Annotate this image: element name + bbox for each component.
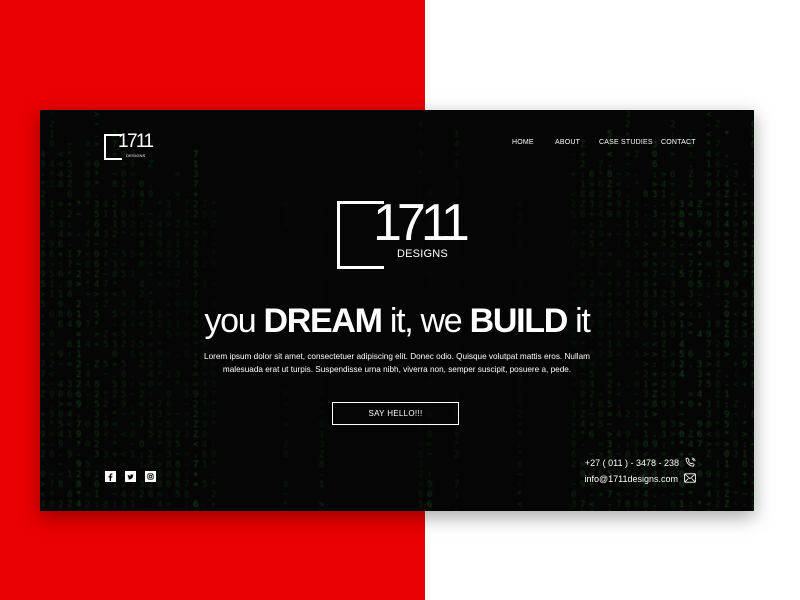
- logo-word: DESIGNS: [126, 153, 146, 158]
- contact-info: +27 ( 011 ) - 3478 - 238 info@1711design…: [584, 455, 696, 487]
- nav-case-studies[interactable]: CASE STUDIES: [599, 139, 653, 146]
- hero-description: Lorem ipsum dolor sit amet, consectetuer…: [204, 352, 590, 374]
- mail-icon: [684, 473, 696, 485]
- hero-logo-number: 1711: [373, 194, 470, 252]
- main-navigation: HOME ABOUT CASE STUDIES CONTACT: [40, 139, 754, 151]
- hero-logo-word: DESIGNS: [397, 248, 448, 260]
- instagram-icon[interactable]: [145, 471, 156, 482]
- say-hello-button[interactable]: SAY HELLO!!!: [332, 402, 459, 425]
- headline-part-you: you: [204, 302, 264, 340]
- social-links: [105, 471, 156, 482]
- hero-headline: you DREAM it, we BUILD it: [40, 302, 754, 341]
- phone-contact[interactable]: +27 ( 011 ) - 3478 - 238: [584, 455, 696, 471]
- nav-home[interactable]: HOME: [512, 139, 534, 146]
- headline-part-it-we: it, we: [381, 302, 470, 340]
- facebook-icon[interactable]: [105, 471, 116, 482]
- email-address: info@1711designs.com: [584, 474, 678, 484]
- hero-logo: 1711 DESIGNS: [337, 195, 470, 273]
- hero-frame: 4 9 - * 2 9 < Z 8 8 9 5 > 5 . ~ > + 7 7 …: [40, 110, 754, 511]
- headline-build: BUILD: [469, 302, 569, 340]
- headline-dream: DREAM: [263, 302, 383, 340]
- twitter-icon[interactable]: [125, 471, 136, 482]
- nav-about[interactable]: ABOUT: [555, 139, 580, 146]
- nav-contact[interactable]: CONTACT: [661, 139, 696, 146]
- email-contact[interactable]: info@1711designs.com: [584, 471, 696, 487]
- phone-number: +27 ( 011 ) - 3478 - 238: [584, 458, 679, 468]
- headline-part-it: it: [566, 302, 591, 340]
- phone-icon: [685, 456, 696, 470]
